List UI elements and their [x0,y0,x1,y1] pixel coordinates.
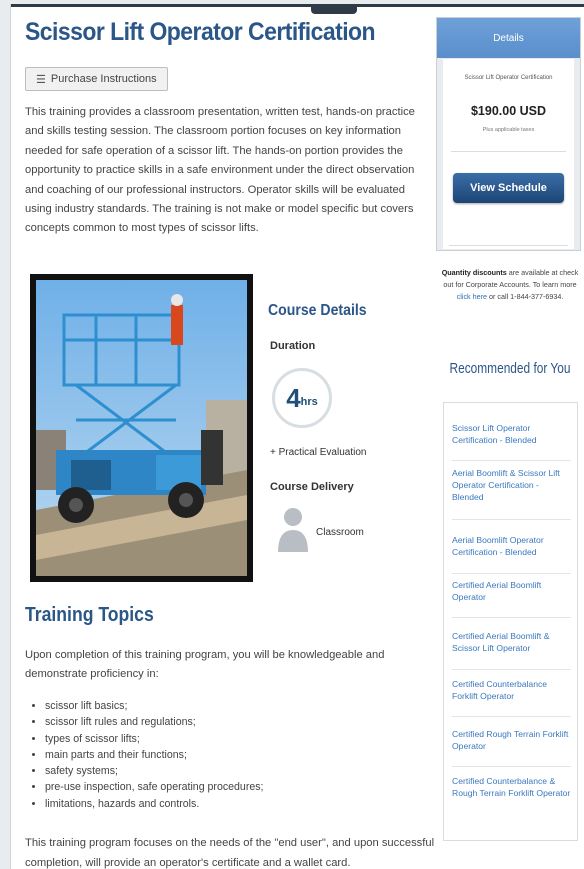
course-photo [30,274,253,582]
duration-label: Duration [270,340,316,352]
recommended-link[interactable]: Aerial Boomlift Operator Certification -… [452,535,572,559]
divider [452,716,571,717]
divider [452,617,571,618]
recommended-link[interactable]: Scissor Lift Operator Certification - Bl… [452,423,572,447]
quantity-discounts-bold: Quantity discounts [441,268,507,277]
course-delivery-label: Course Delivery [270,481,354,493]
taxes-note: Plus applicable taxes [482,127,535,133]
recommended-link[interactable]: Certified Rough Terrain Forklift Operato… [452,729,572,753]
scissor-lift-photo [36,280,247,576]
click-here-link[interactable]: click here [457,292,487,301]
list-item: scissor lift rules and regulations; [45,714,263,730]
purchase-instructions-button[interactable]: ☰ Purchase Instructions [25,67,168,91]
top-border [11,4,584,7]
person-icon [278,508,308,552]
page-title: Scissor Lift Operator Certification [25,18,376,46]
training-outro: This training program focuses on the nee… [25,837,435,869]
divider [452,573,571,574]
details-panel: Details Scissor Lift Operator Certificat… [436,17,581,251]
details-course-name: Scissor Lift Operator Certification [464,75,553,81]
list-item: safety systems; [45,763,263,779]
training-topics-list: scissor lift basics; scissor lift rules … [25,698,263,812]
purchase-instructions-label: Purchase Instructions [50,73,157,85]
divider [452,519,571,520]
recommended-list: Scissor Lift Operator Certification - Bl… [443,402,578,841]
intro-text: This training provides a classroom prese… [25,106,415,235]
training-topics-title: Training Topics [25,604,154,626]
details-body: Scissor Lift Operator Certification $190… [443,59,574,249]
recommended-title: Recommended for You [449,361,571,377]
duration-value: 4 [286,382,301,413]
recommended-link[interactable]: Certified Aerial Boomlift & Scissor Lift… [452,631,572,655]
list-item: main parts and their functions; [45,747,263,763]
divider [449,245,568,246]
recommended-link[interactable]: Certified Counterbalance & Rough Terrain… [452,776,572,800]
page: Scissor Lift Operator Certification ☰ Pu… [10,4,584,869]
training-topics-intro: Upon completion of this training program… [25,649,385,681]
divider [452,460,571,461]
details-header: Details [437,18,580,58]
top-tab [311,4,357,14]
divider [451,151,566,152]
view-schedule-button[interactable]: View Schedule [453,173,564,203]
price: $190.00 USD [470,104,547,118]
divider [452,766,571,767]
quantity-text-2: or call 1-844-377-6934. [487,291,564,301]
recommended-link[interactable]: Aerial Boomlift & Scissor Lift Operator … [452,468,572,503]
recommended-link[interactable]: Certified Aerial Boomlift Operator [452,580,572,604]
course-details-title: Course Details [268,302,367,319]
divider [452,669,571,670]
quantity-discounts-note: Quantity discounts are available at chec… [436,267,584,302]
list-item: scissor lift basics; [45,698,263,714]
list-item: pre-use inspection, safe operating proce… [45,779,263,795]
practical-evaluation: + Practical Evaluation [270,447,367,458]
duration-badge: 4 hrs [272,368,332,428]
list-item: types of scissor lifts; [45,731,263,747]
list-icon: ☰ [36,73,46,86]
course-delivery-value: Classroom [316,527,364,538]
recommended-link[interactable]: Certified Counterbalance Forklift Operat… [452,679,572,703]
duration-unit: hrs [300,396,318,408]
list-item: limitations, hazards and controls. [45,796,263,812]
